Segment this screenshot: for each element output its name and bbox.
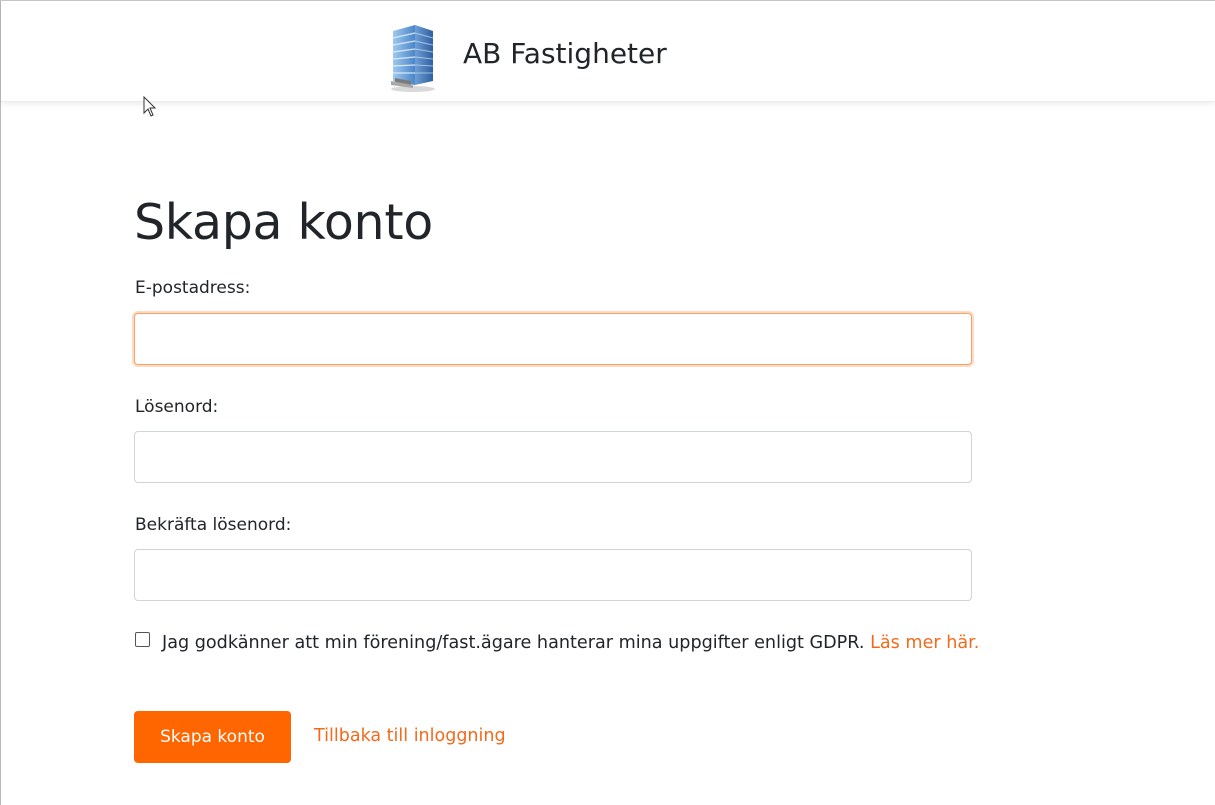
confirm-password-label: Bekräfta lösenord: [135,515,292,535]
password-label: Lösenord: [135,397,219,417]
gdpr-consent: Jag godkänner att min förening/fast.ägar… [135,627,985,659]
page-title: Skapa konto [134,194,433,251]
office-building-icon [391,25,435,92]
gdpr-text-block: Jag godkänner att min förening/fast.ägar… [162,627,982,659]
brand-name: AB Fastigheter [463,37,667,70]
gdpr-text: Jag godkänner att min förening/fast.ägar… [162,633,865,653]
email-field[interactable] [134,313,972,365]
brand-link[interactable]: AB Fastigheter [385,21,667,93]
mouse-pointer-icon [143,96,157,117]
window-left-border [0,0,1,805]
top-navbar: AB Fastigheter [1,1,1215,102]
back-to-login-link[interactable]: Tillbaka till inloggning [314,726,506,747]
password-field[interactable] [134,431,972,483]
create-account-button[interactable]: Skapa konto [134,711,291,763]
gdpr-checkbox[interactable] [135,632,150,647]
email-label: E-postadress: [135,278,251,298]
confirm-password-field[interactable] [134,549,972,601]
gdpr-read-more-link[interactable]: Läs mer här. [870,633,979,653]
